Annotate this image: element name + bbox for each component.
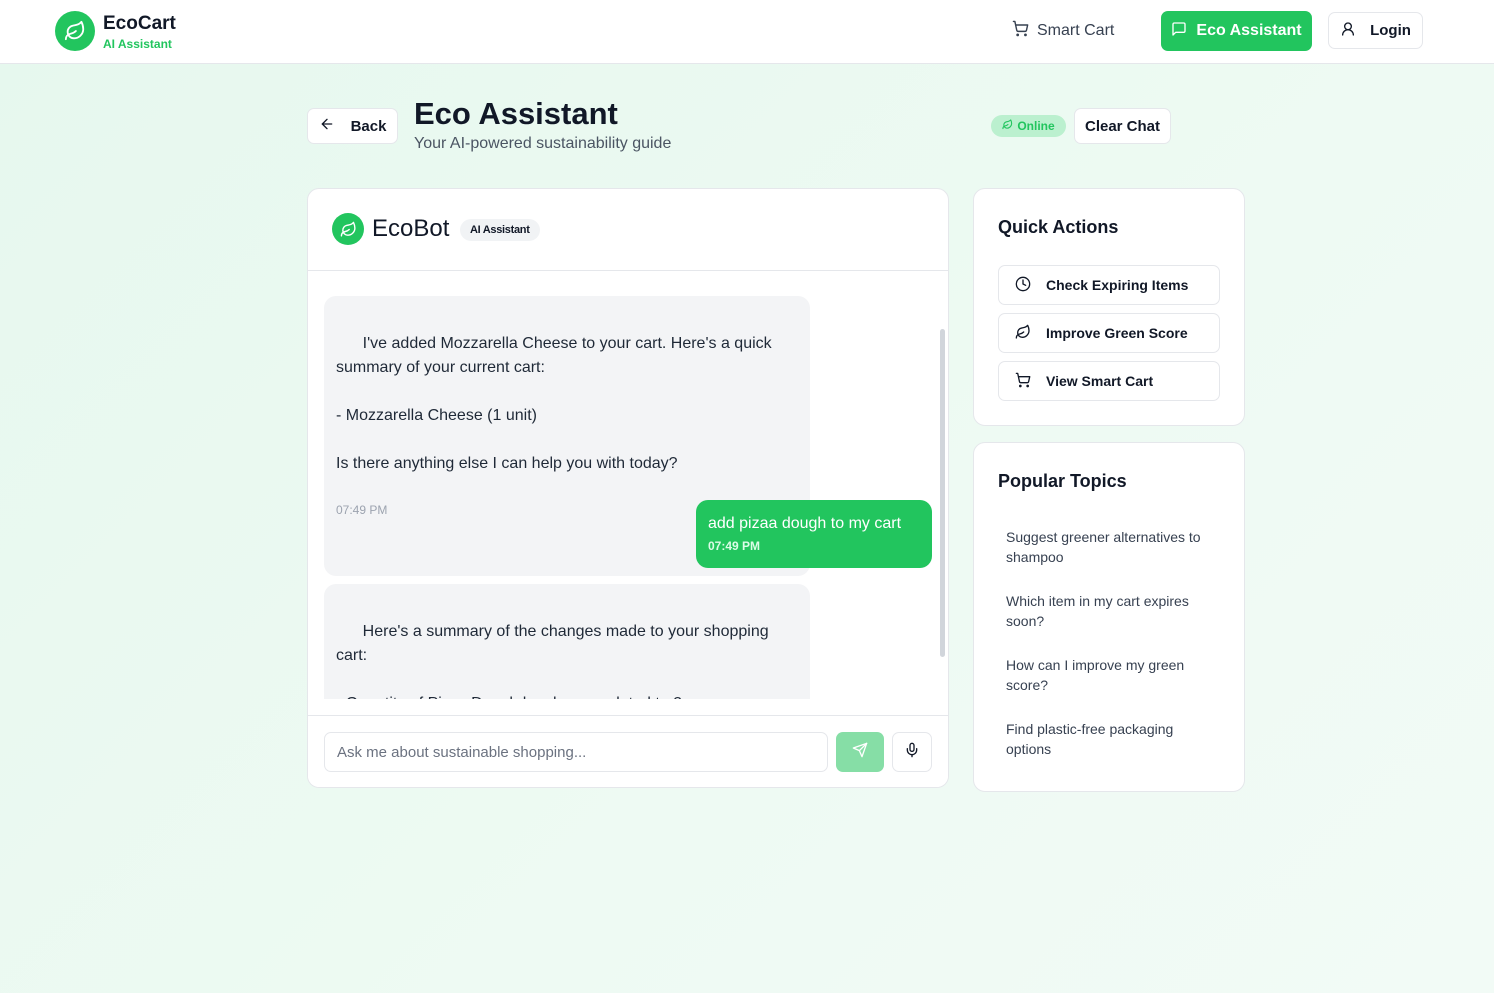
quick-action-label: Improve Green Score — [1046, 325, 1188, 341]
quick-actions-panel: Quick Actions Check Expiring Items Impro… — [973, 188, 1245, 426]
status-label: Online — [1017, 119, 1055, 133]
quick-action-label: View Smart Cart — [1046, 373, 1154, 389]
leaf-icon — [55, 11, 95, 51]
chat-input[interactable] — [324, 732, 828, 772]
topic-item[interactable]: How can I improve my green score? — [1006, 655, 1211, 695]
user-message: add pizaa dough to my cart 07:49 PM — [696, 500, 932, 568]
nav-smart-cart-label: Smart Cart — [1037, 22, 1115, 39]
login-label: Login — [1370, 22, 1411, 39]
message-text: I've added Mozzarella Cheese to your car… — [336, 335, 772, 472]
message-square-icon — [1171, 21, 1187, 42]
bot-avatar — [332, 213, 364, 245]
back-button[interactable]: Back — [307, 108, 398, 144]
chat-composer — [308, 715, 948, 787]
brand[interactable]: EcoCart AI Assistant — [55, 11, 176, 51]
back-label: Back — [350, 117, 387, 135]
cart-icon — [1015, 372, 1031, 391]
popular-topics-title: Popular Topics — [998, 471, 1127, 491]
leaf-icon — [340, 221, 356, 237]
message-text: add pizaa dough to my cart — [708, 515, 902, 532]
quick-action-label: Check Expiring Items — [1046, 277, 1189, 293]
login-button[interactable]: Login — [1328, 12, 1423, 49]
topic-item[interactable]: Which item in my cart expires soon? — [1006, 591, 1211, 631]
view-smart-cart-button[interactable]: View Smart Cart — [998, 361, 1220, 401]
popular-topics-panel: Popular Topics Suggest greener alternati… — [973, 442, 1245, 792]
nav-eco-assistant-link[interactable]: Eco Assistant — [1161, 11, 1312, 51]
message-timestamp: 07:49 PM — [708, 539, 761, 553]
topic-item[interactable]: Find plastic-free packaging options — [1006, 719, 1211, 759]
nav-smart-cart-link[interactable]: Smart Cart — [1002, 12, 1124, 50]
improve-green-score-button[interactable]: Improve Green Score — [998, 313, 1220, 353]
clear-chat-button[interactable]: Clear Chat — [1074, 108, 1171, 144]
send-button[interactable] — [836, 732, 884, 772]
send-icon — [852, 742, 868, 763]
top-navbar: EcoCart AI Assistant Smart Cart Eco Assi… — [0, 0, 1494, 64]
arrow-left-icon — [319, 116, 335, 136]
chat-header: EcoBot AI Assistant — [308, 189, 948, 271]
nav-eco-assistant-label: Eco Assistant — [1196, 22, 1302, 39]
scrollbar-thumb[interactable] — [940, 329, 945, 657]
bot-tag-badge: AI Assistant — [460, 219, 540, 241]
page-title: Eco Assistant — [414, 96, 618, 131]
bot-message: Here's a summary of the changes made to … — [324, 584, 810, 699]
check-expiring-items-button[interactable]: Check Expiring Items — [998, 265, 1220, 305]
leaf-icon — [1015, 324, 1031, 343]
leaf-icon — [1002, 119, 1013, 133]
page-subtitle: Your AI-powered sustainability guide — [414, 135, 672, 152]
status-badge: Online — [991, 115, 1066, 137]
brand-subtitle: AI Assistant — [103, 36, 172, 51]
bot-name: EcoBot — [372, 215, 450, 242]
microphone-button[interactable] — [892, 732, 932, 772]
message-list[interactable]: I've added Mozzarella Cheese to your car… — [308, 272, 948, 699]
message-text: Here's a summary of the changes made to … — [336, 623, 769, 699]
clock-icon — [1015, 276, 1031, 295]
brand-name: EcoCart — [103, 12, 176, 34]
mic-icon — [904, 742, 920, 763]
user-icon — [1340, 21, 1356, 41]
cart-icon — [1012, 20, 1029, 42]
chat-panel: EcoBot AI Assistant I've added Mozzarell… — [307, 188, 949, 788]
quick-actions-title: Quick Actions — [998, 217, 1119, 237]
topic-item[interactable]: Suggest greener alternatives to shampoo — [1006, 527, 1211, 567]
